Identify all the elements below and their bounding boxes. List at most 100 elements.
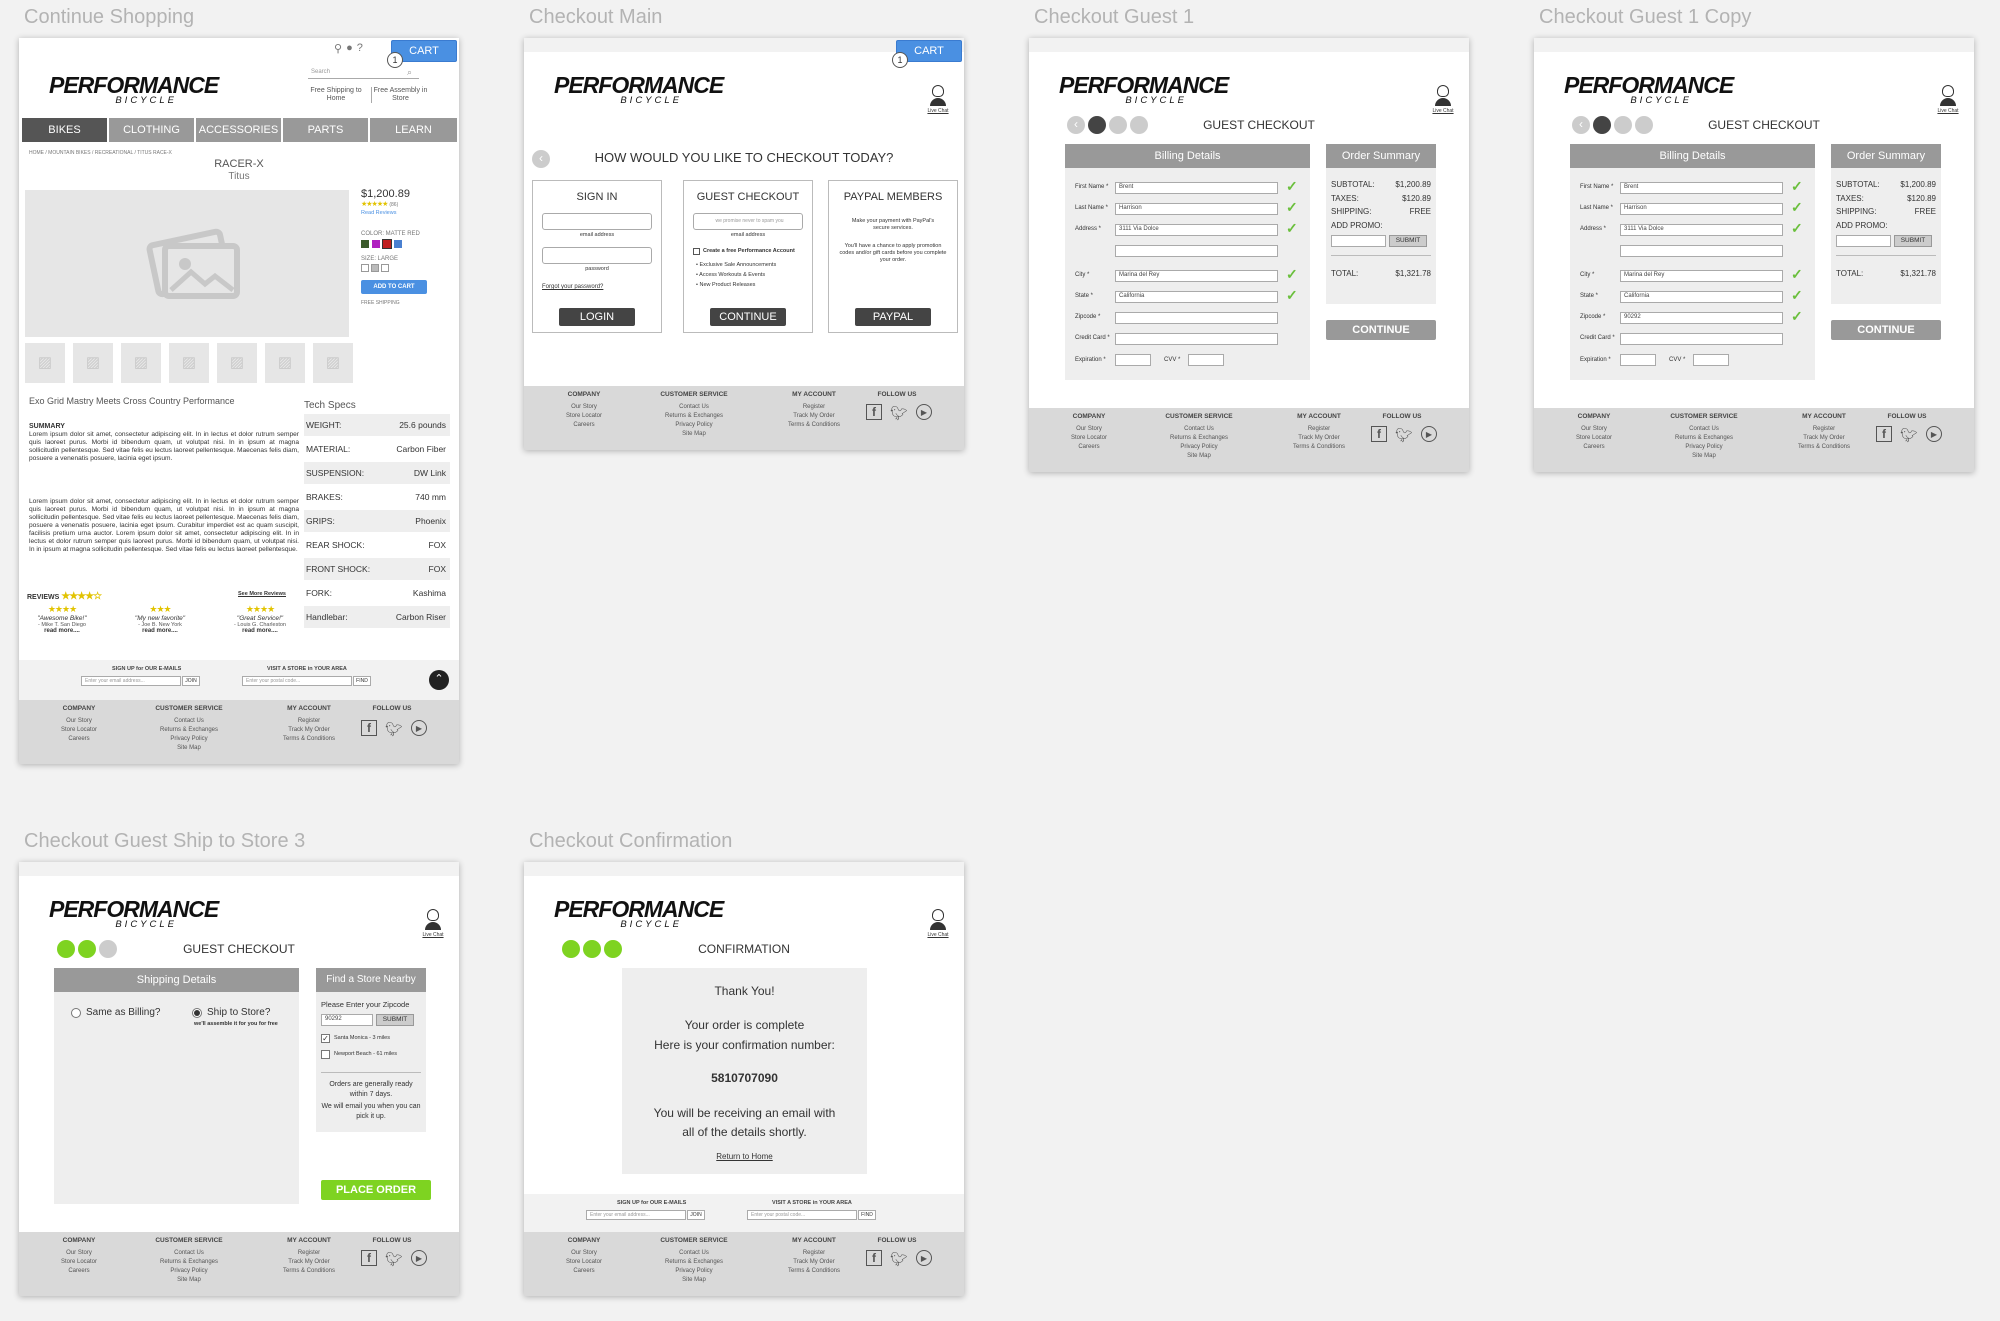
continue-button[interactable]: CONTINUE [1326, 320, 1436, 340]
brand-logo[interactable]: PERFORMANCE BICYCLE [1059, 74, 1229, 106]
live-chat-icon[interactable]: Live Chat [1935, 85, 1961, 117]
footer-link[interactable]: Privacy Policy [1154, 443, 1244, 452]
create-account-checkbox[interactable] [693, 248, 700, 255]
first-name-input[interactable]: Brent [1620, 182, 1783, 194]
brand-logo[interactable]: PERFORMANCE BICYCLE [554, 898, 724, 930]
thumbnail[interactable]: ▨ [265, 343, 305, 383]
credit-card-input[interactable] [1115, 333, 1278, 345]
footer-link[interactable]: Store Locator [554, 412, 614, 421]
promo-submit-button[interactable]: SUBMIT [1389, 235, 1427, 247]
footer-link[interactable]: Our Story [554, 1249, 614, 1258]
breadcrumb[interactable]: HOME / MOUNTAIN BIKES / RECREATIONAL / T… [29, 150, 172, 156]
continue-button[interactable]: CONTINUE [710, 308, 786, 326]
facebook-icon[interactable]: f [866, 404, 882, 420]
ship-to-store-radio[interactable] [192, 1008, 202, 1018]
city-input[interactable]: Marina del Rey [1115, 270, 1278, 282]
footer-link[interactable]: Returns & Exchanges [1659, 434, 1749, 443]
find-button[interactable]: FIND [353, 676, 371, 686]
footer-link[interactable]: Register [274, 717, 344, 726]
thumbnail[interactable]: ▨ [121, 343, 161, 383]
footer-link[interactable]: Contact Us [649, 403, 739, 412]
store-checkbox-checked[interactable]: ✓ [321, 1034, 330, 1043]
footer-link[interactable]: Privacy Policy [1659, 443, 1749, 452]
address-input[interactable]: 3111 Via Dolce [1620, 224, 1783, 236]
size-option-l[interactable] [381, 264, 389, 272]
guest-email-input[interactable]: we promise never to spam you [693, 213, 803, 230]
state-input[interactable]: California [1620, 291, 1783, 303]
thumbnail[interactable]: ▨ [73, 343, 113, 383]
login-button[interactable]: LOGIN [559, 308, 635, 326]
postal-code-input[interactable]: Enter your postal code... [747, 1210, 857, 1220]
cvv-input[interactable] [1693, 354, 1729, 366]
footer-link[interactable]: Our Story [554, 403, 614, 412]
live-chat-icon[interactable]: Live Chat [925, 909, 951, 941]
thumbnail[interactable]: ▨ [217, 343, 257, 383]
footer-link[interactable]: Our Story [1564, 425, 1624, 434]
twitter-icon[interactable]: 🐦︎ [1395, 426, 1413, 444]
footer-link[interactable]: Track My Order [274, 1258, 344, 1267]
brand-logo[interactable]: PERFORMANCE BICYCLE [49, 74, 219, 106]
footer-link[interactable]: Our Story [49, 1249, 109, 1258]
address-line-2-input[interactable] [1620, 245, 1783, 257]
twitter-icon[interactable]: 🐦︎ [890, 1250, 908, 1268]
footer-link[interactable]: Store Locator [49, 726, 109, 735]
brand-logo[interactable]: PERFORMANCE BICYCLE [1564, 74, 1734, 106]
city-input[interactable]: Marina del Rey [1620, 270, 1783, 282]
facebook-icon[interactable]: f [361, 1250, 377, 1266]
signin-password-input[interactable] [542, 247, 652, 264]
footer-link[interactable]: Terms & Conditions [779, 1267, 849, 1276]
nav-clothing[interactable]: CLOTHING [109, 118, 196, 142]
add-to-cart-button[interactable]: ADD TO CART [361, 280, 427, 294]
footer-link[interactable]: Careers [554, 1267, 614, 1276]
swatch-green[interactable] [361, 240, 369, 248]
footer-link[interactable]: Site Map [144, 1276, 234, 1285]
review-read-more[interactable]: read more.... [219, 628, 301, 634]
brand-logo[interactable]: PERFORMANCE BICYCLE [554, 74, 724, 106]
footer-link[interactable]: Returns & Exchanges [1154, 434, 1244, 443]
last-name-input[interactable]: Harrison [1620, 203, 1783, 215]
email-signup-input[interactable]: Enter your email address... [586, 1210, 686, 1220]
help-icon[interactable]: ? [357, 42, 363, 55]
footer-link[interactable]: Terms & Conditions [779, 421, 849, 430]
footer-link[interactable]: Register [779, 1249, 849, 1258]
promo-code-input[interactable] [1836, 235, 1891, 247]
expiration-input[interactable] [1115, 354, 1151, 366]
footer-link[interactable]: Contact Us [144, 717, 234, 726]
back-arrow-icon[interactable]: ‹ [1572, 116, 1590, 134]
back-arrow-icon[interactable]: ‹ [1067, 116, 1085, 134]
product-image[interactable] [25, 190, 349, 337]
footer-link[interactable]: Site Map [649, 1276, 739, 1285]
forgot-password-link[interactable]: Forgot your password? [542, 284, 603, 290]
footer-link[interactable]: Privacy Policy [649, 421, 739, 430]
footer-link[interactable]: Register [779, 403, 849, 412]
footer-link[interactable]: Careers [1059, 443, 1119, 452]
footer-link[interactable]: Register [1789, 425, 1859, 434]
footer-link[interactable]: Careers [49, 1267, 109, 1276]
footer-link[interactable]: Careers [554, 421, 614, 430]
footer-link[interactable]: Our Story [1059, 425, 1119, 434]
facebook-icon[interactable]: f [866, 1250, 882, 1266]
nav-accessories[interactable]: ACCESSORIES [196, 118, 283, 142]
brand-logo[interactable]: PERFORMANCE BICYCLE [49, 898, 219, 930]
expiration-input[interactable] [1620, 354, 1656, 366]
join-button[interactable]: JOIN [182, 676, 200, 686]
promo-code-input[interactable] [1331, 235, 1386, 247]
footer-link[interactable]: Terms & Conditions [1284, 443, 1354, 452]
footer-link[interactable]: Store Locator [554, 1258, 614, 1267]
footer-link[interactable]: Register [1284, 425, 1354, 434]
footer-link[interactable]: Returns & Exchanges [144, 1258, 234, 1267]
paypal-button[interactable]: PAYPAL [855, 308, 931, 326]
footer-link[interactable]: Store Locator [1564, 434, 1624, 443]
footer-link[interactable]: Track My Order [779, 1258, 849, 1267]
store-checkbox[interactable] [321, 1050, 330, 1059]
see-more-reviews-link[interactable]: See More Reviews [238, 591, 286, 597]
footer-link[interactable]: Track My Order [274, 726, 344, 735]
footer-link[interactable]: Contact Us [1659, 425, 1749, 434]
review-read-more[interactable]: read more.... [21, 628, 103, 634]
search-input[interactable]: Search [308, 68, 419, 79]
footer-link[interactable]: Privacy Policy [649, 1267, 739, 1276]
zipcode-input[interactable] [1115, 312, 1278, 324]
live-chat-icon[interactable]: Live Chat [1430, 85, 1456, 117]
youtube-icon[interactable]: ▶ [916, 404, 932, 420]
twitter-icon[interactable]: 🐦︎ [385, 1250, 403, 1268]
